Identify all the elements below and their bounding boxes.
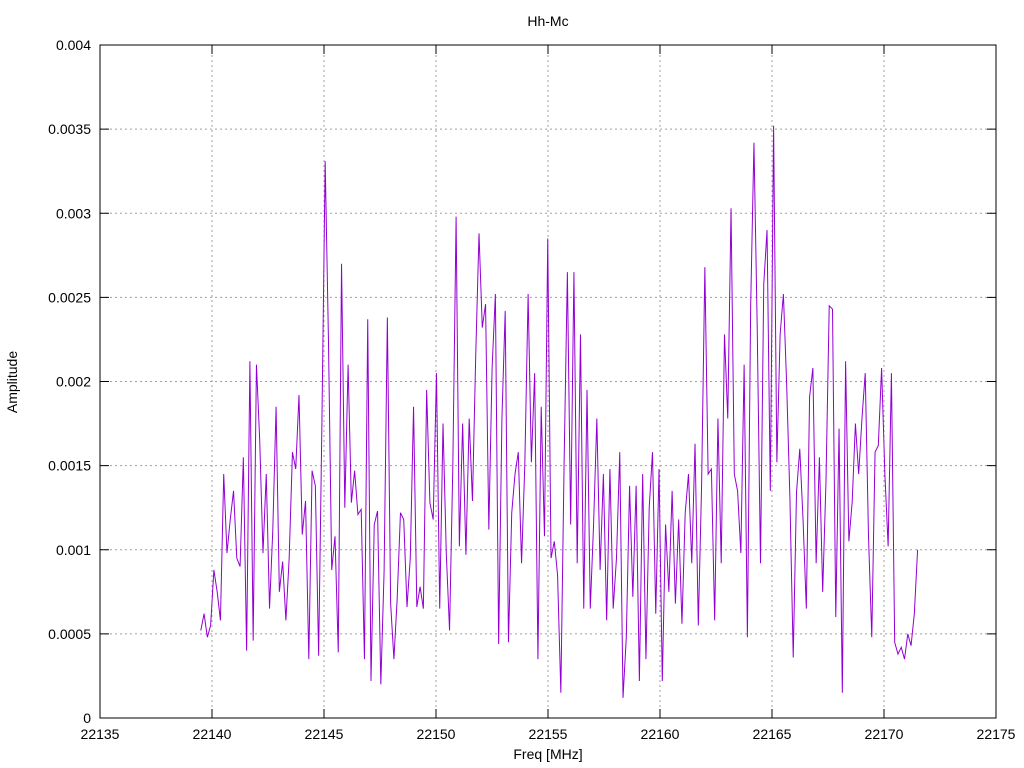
y-tick-label: 0.0005 bbox=[48, 626, 91, 642]
y-tick-label: 0.0015 bbox=[48, 458, 91, 474]
chart-title: Hh-Mc bbox=[527, 13, 568, 29]
x-axis-label: Freq [MHz] bbox=[513, 746, 582, 762]
y-tick-label: 0.0025 bbox=[48, 289, 91, 305]
y-tick-label: 0.001 bbox=[56, 542, 91, 558]
y-tick-label: 0.004 bbox=[56, 37, 91, 53]
series-line bbox=[200, 125, 919, 698]
x-tick-label: 22175 bbox=[977, 726, 1016, 742]
y-tick-label: 0.0035 bbox=[48, 121, 91, 137]
x-tick-label: 22160 bbox=[641, 726, 680, 742]
grid-lines bbox=[100, 45, 996, 718]
x-tick-label: 22145 bbox=[305, 726, 344, 742]
x-tick-label: 22155 bbox=[529, 726, 568, 742]
series-group bbox=[200, 125, 919, 698]
chart-svg: Hh-Mc 22135 22140 22145 22150 22155 22160 2216… bbox=[4, 13, 1016, 762]
x-tick-labels: 22135 22140 22145 22150 22155 22160 22165 22170… bbox=[81, 726, 1016, 742]
y-tick-label: 0.002 bbox=[56, 374, 91, 390]
x-tick-label: 22150 bbox=[417, 726, 456, 742]
x-tick-label: 22165 bbox=[753, 726, 792, 742]
y-tick-label: 0 bbox=[83, 710, 91, 726]
y-tick-labels: 0 0.0005 0.001 0.0015 0.002 0.0025 0.003 0.0035… bbox=[48, 37, 91, 726]
x-tick-label: 22135 bbox=[81, 726, 120, 742]
x-tick-label: 22170 bbox=[865, 726, 904, 742]
y-axis-label: Amplitude bbox=[4, 351, 20, 413]
y-tick-label: 0.003 bbox=[56, 205, 91, 221]
x-tick-label: 22140 bbox=[193, 726, 232, 742]
